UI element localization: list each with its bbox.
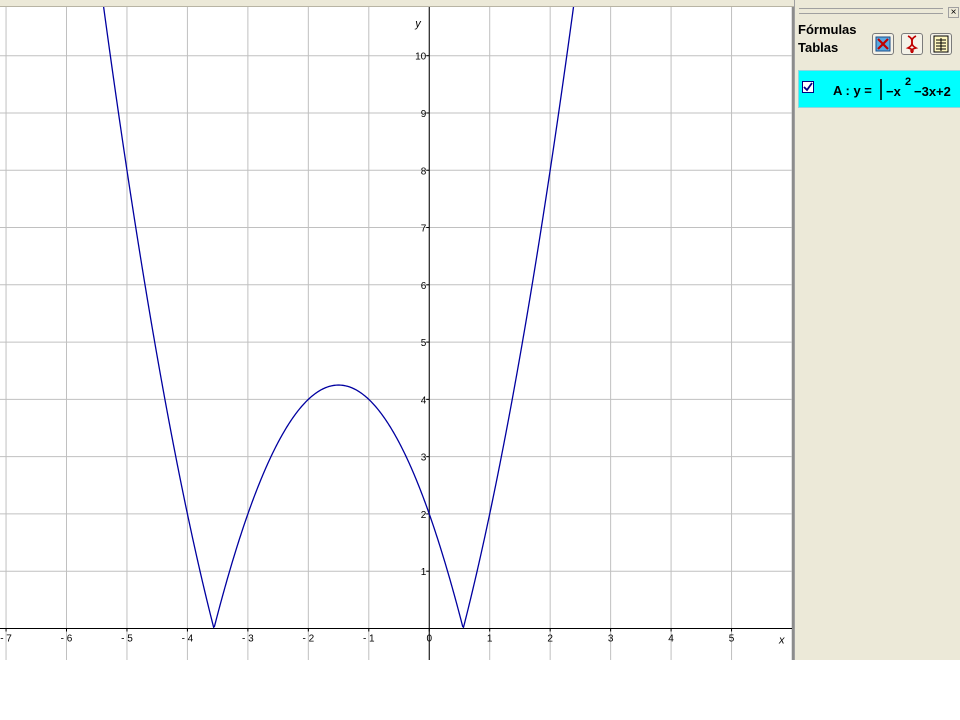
curve-A[interactable] [97,7,581,629]
auxiliary-objects-button[interactable] [872,33,894,55]
y-tick-label: 6 [421,281,427,292]
y-tick-label: 10 [415,52,427,63]
visibility-checkbox[interactable] [802,81,814,93]
y-axis-label: y [414,18,422,30]
formula-exponent: 2 [905,76,911,88]
y-tick-label: 8 [421,166,427,177]
x-tick-label: 3 [608,633,614,644]
x-tick-label: - 6 [61,633,73,644]
panel-heading-tables: Tablas [798,40,839,55]
table-view-button[interactable] [930,33,952,55]
x-tick-label: - 4 [182,633,194,644]
calculator-icon [933,35,949,53]
x-tick-label: 1 [487,633,493,644]
x-tick-label: 0 [426,633,432,644]
formula-expression: −x 2 −3x+2 [880,76,951,100]
formula-term: −x [886,84,902,99]
x-tick-label: 4 [668,633,674,644]
x-tick-label: - 1 [363,633,375,644]
y-tick-label: 1 [421,567,427,578]
geogebra-window: - 7 - 6 - 5 - 4 - 3 - 2 - 1 0 1 2 3 4 5 1 2 3 4 5 6 7 8 9 10 x… [0,0,960,720]
y-tick-label: 2 [421,510,427,521]
dna-icon [905,35,919,54]
x-tick-label: - 3 [242,633,254,644]
tick-labels: - 7 - 6 - 5 - 4 - 3 - 2 - 1 0 1 2 3 4 5 1 2 3 4 5 6 7 8 9 10 [0,52,735,645]
panel-heading-formulas: Fórmulas [798,22,857,37]
y-tick-label: 4 [421,395,427,406]
panel-drag-handle-line [799,13,943,16]
algebra-item-A[interactable]: A : y = −x 2 −3x+2 [798,70,960,108]
y-tick-label: 3 [421,453,427,464]
grid [0,7,792,660]
x-axis-label: x [778,634,785,646]
y-tick-label: 5 [421,338,427,349]
toolbar-strip [0,0,794,7]
algebra-view: × Fórmulas Tablas A: y = −x 2 −3x+2 [794,0,960,660]
x-tick-label: - 2 [302,633,314,644]
y-tick-label: 9 [421,109,427,120]
x-tick-label: - 5 [121,633,133,644]
formula-label: A : y = [833,83,872,98]
function-plot[interactable]: - 7 - 6 - 5 - 4 - 3 - 2 - 1 0 1 2 3 4 5 1 2 3 4 5 6 7 8 9 10 x… [0,7,792,660]
curve-layer[interactable] [96,7,581,629]
graphics-view[interactable]: - 7 - 6 - 5 - 4 - 3 - 2 - 1 0 1 2 3 4 5 1 2 3 4 5 6 7 8 9 10 x… [0,7,792,660]
x-tick-label: - 7 [0,633,12,644]
sort-objects-button[interactable] [901,33,923,55]
red-x-icon [875,36,891,52]
close-icon[interactable]: × [948,7,959,18]
formula-rest: −3x+2 [914,84,951,99]
y-tick-label: 7 [421,224,427,235]
x-tick-label: 2 [547,633,553,644]
checkmark-icon [803,82,813,92]
axes [0,7,792,660]
x-tick-label: 5 [729,633,735,644]
